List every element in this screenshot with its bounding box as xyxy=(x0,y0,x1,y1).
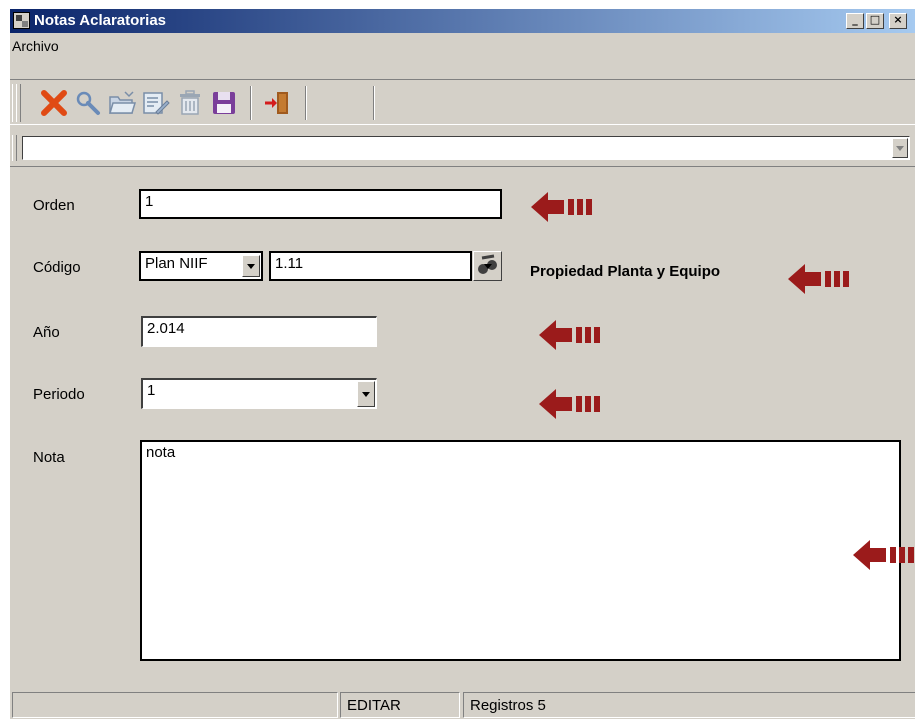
toolbar-grip-2[interactable] xyxy=(16,84,21,122)
close-button[interactable]: × xyxy=(889,13,907,29)
search-combo[interactable] xyxy=(22,136,910,160)
plan-combo-value: Plan NIIF xyxy=(145,255,208,272)
codigo-label: Código xyxy=(33,259,81,276)
trash-icon[interactable] xyxy=(175,88,205,118)
plan-dropdown-button[interactable] xyxy=(242,255,260,277)
maximize-button[interactable]: □ xyxy=(866,13,884,29)
toolbar xyxy=(10,79,915,125)
menu-bar: Archivo xyxy=(10,35,915,57)
codigo-input[interactable]: 1.11 xyxy=(269,251,472,281)
annotation-arrow-orden xyxy=(531,192,592,222)
orden-label: Orden xyxy=(33,197,75,214)
periodo-dropdown-button[interactable] xyxy=(357,381,375,407)
lookup-button[interactable] xyxy=(473,251,502,281)
minimize-button[interactable]: _ xyxy=(846,13,864,29)
delete-icon[interactable] xyxy=(39,88,69,118)
status-records: Registros 5 xyxy=(463,692,915,718)
searchbar-grip[interactable] xyxy=(12,135,17,161)
toolbar-separator-2 xyxy=(305,86,307,120)
annotation-arrow-periodo xyxy=(539,389,600,419)
window-title: Notas Aclaratorias xyxy=(34,12,166,29)
open-folder-icon[interactable] xyxy=(107,88,137,118)
save-icon[interactable] xyxy=(209,88,239,118)
annotation-arrow-codigo xyxy=(788,264,849,294)
edit-icon[interactable] xyxy=(140,88,170,118)
plan-combo[interactable]: Plan NIIF xyxy=(139,251,263,281)
nota-label: Nota xyxy=(33,449,65,466)
search-bar xyxy=(10,127,915,167)
app-window: Notas Aclaratorias _ □ × Archivo Orden 1… xyxy=(9,8,915,719)
toolbar-separator xyxy=(250,86,252,120)
account-description: Propiedad Planta y Equipo xyxy=(530,263,721,280)
binoculars-icon xyxy=(478,254,497,274)
exit-icon[interactable] xyxy=(262,88,292,118)
periodo-combo[interactable]: 1 xyxy=(141,378,377,409)
anio-label: Año xyxy=(33,324,60,341)
app-icon[interactable] xyxy=(13,12,30,29)
periodo-label: Periodo xyxy=(33,386,85,403)
status-panel-1 xyxy=(12,692,338,718)
menu-archivo[interactable]: Archivo xyxy=(12,38,59,54)
title-bar[interactable]: Notas Aclaratorias _ □ × xyxy=(10,9,915,33)
annotation-arrow-nota xyxy=(853,540,914,570)
nota-textarea[interactable]: nota xyxy=(140,440,901,661)
annotation-arrow-anio xyxy=(539,320,600,350)
anio-input[interactable]: 2.014 xyxy=(141,316,377,347)
status-bar: EDITAR Registros 5 xyxy=(10,690,915,720)
toolbar-separator-3 xyxy=(373,86,375,120)
orden-input[interactable]: 1 xyxy=(139,189,502,219)
search-icon[interactable] xyxy=(73,88,103,118)
status-mode: EDITAR xyxy=(340,692,460,718)
search-combo-dropdown-button[interactable] xyxy=(892,138,908,158)
periodo-combo-value: 1 xyxy=(147,382,156,399)
